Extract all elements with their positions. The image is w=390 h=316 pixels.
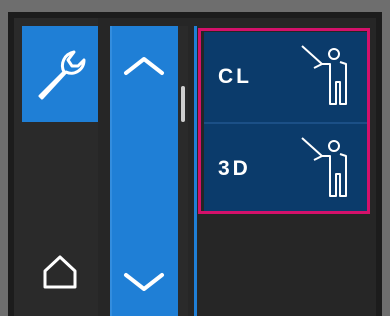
scroll-up-button[interactable]: [110, 36, 178, 96]
person-pointing-icon: [301, 137, 347, 197]
scrollbar-track[interactable]: [178, 26, 188, 316]
chevron-down-icon: [124, 273, 164, 291]
mode-list: CL 3D: [198, 26, 376, 316]
scrollbar-thumb[interactable]: [181, 86, 185, 122]
list-accent-rule: [194, 26, 197, 316]
home-button[interactable]: [22, 228, 98, 316]
chevron-up-icon: [124, 57, 164, 75]
wrench-icon: [38, 50, 86, 100]
mode-item-cl[interactable]: CL: [204, 32, 368, 122]
left-column: [14, 18, 98, 316]
settings-tool-button[interactable]: [22, 26, 98, 122]
scroll-control: [110, 26, 178, 316]
person-pointing-icon: [301, 45, 347, 105]
home-icon: [43, 255, 77, 289]
control-panel: CL 3D: [14, 18, 376, 316]
scroll-down-button[interactable]: [110, 252, 178, 312]
mode-item-label: 3D: [218, 157, 251, 180]
mode-item-label: CL: [218, 65, 252, 88]
mode-item-3d[interactable]: 3D: [204, 124, 368, 214]
